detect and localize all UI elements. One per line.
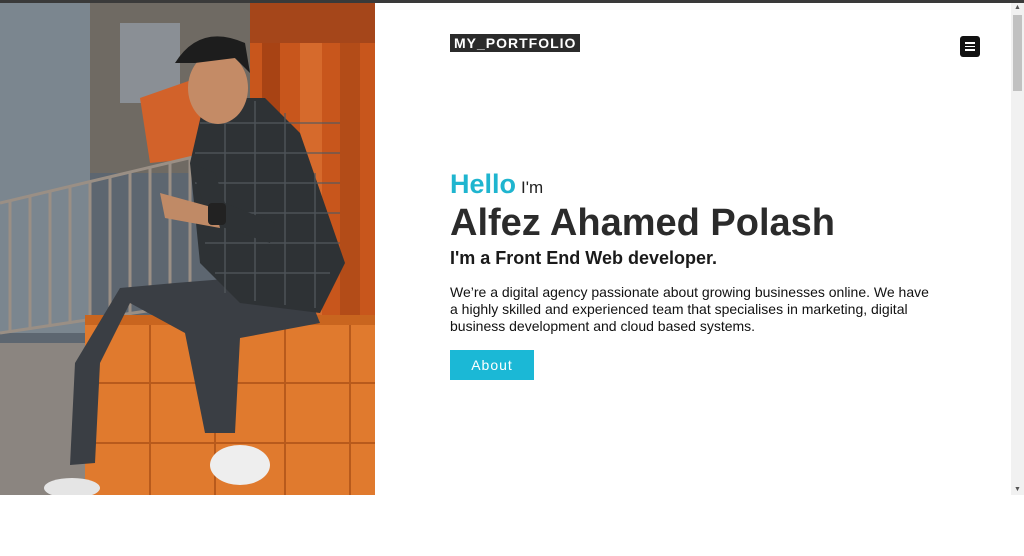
hero-description: We’re a digital agency passionate about … xyxy=(450,284,929,334)
greeting-suffix: I'm xyxy=(521,178,544,197)
scrollbar-thumb[interactable] xyxy=(1013,15,1022,91)
page-viewport: MY_PORTFOLIO Hello I'm Alfez Ahamed Polas… xyxy=(0,3,1011,495)
site-logo[interactable]: MY_PORTFOLIO xyxy=(450,34,581,52)
hero-content: MY_PORTFOLIO Hello I'm Alfez Ahamed Polas… xyxy=(375,3,1011,495)
hamburger-menu-icon xyxy=(965,49,975,51)
scroll-down-arrow-icon[interactable]: ▼ xyxy=(1011,485,1024,495)
role-subheading: I'm a Front End Web developer. xyxy=(450,248,717,268)
hamburger-menu-icon xyxy=(965,45,975,48)
hello-text: Hello xyxy=(450,169,517,199)
hamburger-menu-button[interactable] xyxy=(960,36,980,57)
scroll-up-arrow-icon[interactable]: ▲ xyxy=(1011,3,1024,13)
greeting-line: Hello I'm xyxy=(450,169,543,200)
about-button[interactable]: About xyxy=(450,350,534,380)
vertical-scrollbar[interactable]: ▲ ▼ xyxy=(1011,3,1024,495)
hero-photo xyxy=(0,3,375,495)
person-name-heading: Alfez Ahamed Polash xyxy=(450,202,836,244)
hamburger-menu-icon xyxy=(965,42,975,44)
